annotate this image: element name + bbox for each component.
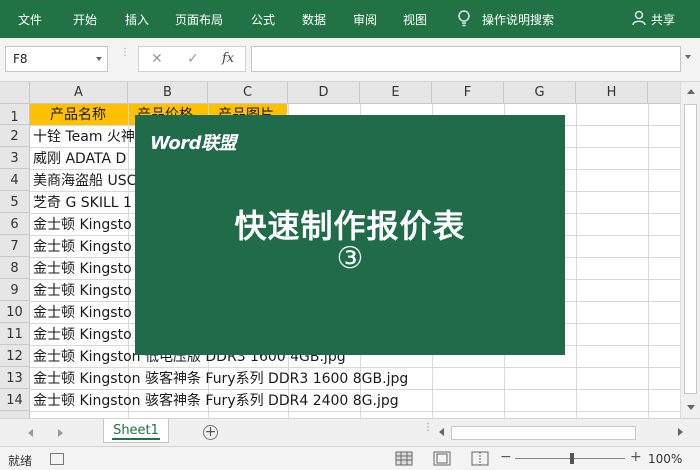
status-ready: 就绪	[8, 454, 33, 468]
table-cell[interactable]: 美商海盗船 USC	[33, 170, 136, 192]
scroll-down-icon[interactable]	[687, 405, 695, 410]
tab-file[interactable]: 文件	[18, 11, 42, 28]
scroll-right-icon[interactable]	[678, 428, 683, 436]
page-layout-view-icon[interactable]	[433, 451, 451, 466]
tab-data[interactable]: 数据	[302, 11, 326, 28]
sheet-tab-bar: Sheet1 + ⋮	[0, 418, 700, 446]
table-cell[interactable]: 金士顿 Kingsto	[33, 214, 132, 236]
drag-handle[interactable]: ⋮	[120, 48, 130, 68]
tab-review[interactable]: 审阅	[353, 11, 377, 28]
next-sheet-icon[interactable]	[58, 429, 63, 437]
row-header[interactable]: 11	[0, 323, 30, 345]
cancel-icon[interactable]: ✕	[151, 51, 163, 67]
brand-logo: Word联盟	[150, 133, 237, 154]
tab-view[interactable]: 视图	[403, 11, 427, 28]
row-header[interactable]: 6	[0, 213, 30, 235]
row-header[interactable]: 3	[0, 147, 30, 169]
user-icon	[632, 10, 646, 26]
row-header[interactable]: 2	[0, 125, 30, 147]
table-cell[interactable]: 金士顿 Kingsto	[33, 324, 132, 346]
chevron-down-icon[interactable]	[96, 57, 102, 61]
macro-record-icon[interactable]	[50, 453, 64, 465]
share-button[interactable]: 共享	[651, 11, 675, 28]
banner-number: ③	[336, 241, 364, 276]
table-cell[interactable]: 金士顿 Kingsto	[33, 280, 132, 302]
row-header[interactable]: 13	[0, 367, 30, 389]
scroll-thumb[interactable]	[684, 104, 697, 394]
excel-window: 文件 开始 插入 页面布局 公式 数据 审阅 视图 操作说明搜索 共享 F8 ⋮…	[0, 0, 700, 470]
normal-view-icon[interactable]	[395, 451, 413, 466]
select-all-corner[interactable]	[0, 82, 30, 104]
table-cell[interactable]: 金士顿 Kingsto	[33, 258, 132, 280]
table-cell[interactable]: 金士顿 Kingston 骇客神条 Fury系列 DDR4 2400 8G.jp…	[33, 390, 399, 412]
column-header[interactable]: B	[128, 82, 208, 104]
tell-me-search[interactable]: 操作说明搜索	[482, 11, 554, 28]
scroll-up-icon[interactable]	[687, 89, 695, 94]
table-cell[interactable]: 金士顿 Kingsto	[33, 302, 132, 324]
row-header[interactable]: 1	[0, 104, 30, 125]
title-banner: Word联盟 快速制作报价表 ③	[135, 115, 565, 355]
column-header[interactable]	[648, 82, 680, 104]
column-header[interactable]: D	[288, 82, 360, 104]
check-icon[interactable]: ✓	[187, 51, 199, 67]
column-header[interactable]: E	[360, 82, 432, 104]
expand-formula-icon[interactable]	[685, 55, 691, 59]
sheet-tab-active[interactable]: Sheet1	[103, 419, 169, 443]
column-header[interactable]: F	[432, 82, 504, 104]
zoom-out-button[interactable]: −	[500, 449, 512, 465]
page-break-view-icon[interactable]	[471, 451, 489, 466]
cell-header-product-name[interactable]: 产品名称	[50, 104, 106, 126]
row-header[interactable]: 9	[0, 279, 30, 301]
row-header[interactable]	[0, 411, 30, 418]
tab-home[interactable]: 开始	[73, 11, 97, 28]
insert-function-icon[interactable]: fx	[222, 51, 234, 66]
table-cell[interactable]: 威刚 ADATA D	[33, 148, 126, 170]
row-header[interactable]: 14	[0, 389, 30, 411]
column-header[interactable]: G	[504, 82, 576, 104]
table-cell[interactable]: 金士顿 Kingston 骇客神条 Fury系列 DDR3 1600 8GB.j…	[33, 368, 408, 390]
tab-split-handle[interactable]: ⋮	[423, 423, 433, 433]
formula-bar: F8 ⋮ ✕ ✓ fx	[0, 38, 700, 82]
gridline	[576, 104, 577, 418]
scroll-thumb[interactable]	[451, 426, 636, 440]
lightbulb-icon	[458, 10, 470, 27]
table-cell[interactable]: 金士顿 Kingsto	[33, 236, 132, 258]
row-header[interactable]: 4	[0, 169, 30, 191]
table-cell[interactable]: 十铨 Team 火神	[33, 126, 135, 148]
name-box[interactable]: F8	[5, 46, 108, 72]
zoom-in-button[interactable]: +	[630, 449, 642, 465]
table-cell[interactable]: 芝奇 G SKILL 1	[33, 192, 132, 214]
column-header[interactable]: H	[576, 82, 648, 104]
row-header[interactable]: 10	[0, 301, 30, 323]
add-sheet-icon[interactable]: +	[203, 425, 218, 440]
column-header[interactable]: C	[208, 82, 288, 104]
tab-formulas[interactable]: 公式	[251, 11, 275, 28]
horizontal-scrollbar[interactable]	[437, 426, 685, 440]
ribbon-tab-bar: 文件 开始 插入 页面布局 公式 数据 审阅 视图 操作说明搜索 共享	[0, 0, 700, 38]
formula-input[interactable]	[251, 46, 681, 72]
row-header[interactable]: 5	[0, 191, 30, 213]
zoom-slider-handle[interactable]	[570, 453, 574, 464]
tab-page-layout[interactable]: 页面布局	[175, 11, 223, 28]
row-header[interactable]: 8	[0, 257, 30, 279]
row-header[interactable]: 12	[0, 345, 30, 367]
status-bar: 就绪 − + 100%	[0, 446, 700, 470]
formula-buttons: ✕ ✓ fx	[138, 46, 246, 72]
prev-sheet-icon[interactable]	[28, 429, 33, 437]
column-header[interactable]: A	[30, 82, 128, 104]
tab-insert[interactable]: 插入	[125, 11, 149, 28]
name-box-value: F8	[13, 52, 28, 66]
gridline	[648, 104, 649, 418]
row-header[interactable]: 7	[0, 235, 30, 257]
scroll-left-icon[interactable]	[439, 428, 444, 436]
zoom-level[interactable]: 100%	[648, 452, 682, 466]
vertical-scrollbar[interactable]	[680, 82, 700, 418]
